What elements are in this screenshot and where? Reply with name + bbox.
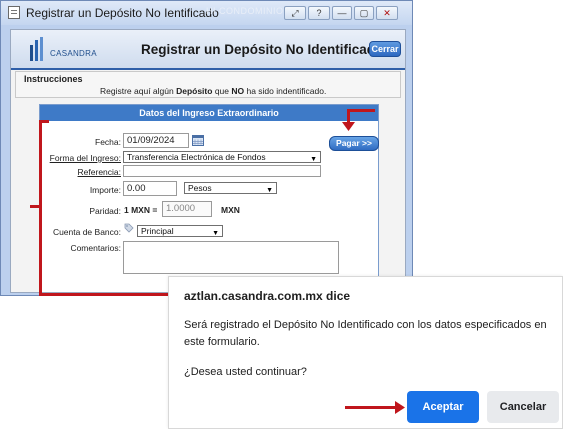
help-icon[interactable]: ? [308,6,330,20]
paridad-prefix: 1 MXN = [124,205,158,215]
app-window: Registrar un Depósito No Ientificado HI … [0,0,413,296]
close-button[interactable]: Cerrar [369,41,401,57]
document-icon [8,6,20,19]
dialog-message: Será registrado el Depósito No Identific… [184,319,547,348]
referencia-label: Referencia: [77,167,121,177]
aceptar-button[interactable]: Aceptar [407,391,479,423]
arrow-right-icon [395,401,405,414]
referencia-input[interactable] [123,165,321,177]
instructions-bold-deposito: Depósito [176,86,213,96]
instructions-title: Instrucciones [24,74,83,84]
close-window-icon[interactable]: ✕ [376,6,398,20]
tag-icon [124,223,134,233]
moneda-value: Pesos [188,183,212,193]
paridad-label: Paridad: [89,206,121,216]
importe-label: Importe: [89,185,121,195]
title-bar[interactable]: Registrar un Depósito No Ientificado HI … [1,1,412,25]
calendar-icon[interactable] [192,134,204,146]
chevron-down-icon: ▼ [212,230,219,237]
pagar-button[interactable]: Pagar >> [329,136,379,151]
dialog-title: aztlan.casandra.com.mx dice [184,289,351,303]
page-header: CASANDRA Registrar un Depósito No Identi… [11,30,405,70]
maximize-icon[interactable]: ▢ [354,6,374,20]
panel-title: Datos del Ingreso Extraordinario [40,105,378,121]
casandra-logo-icon [30,37,43,61]
instructions-box: Instrucciones Registre aquí algún Depósi… [15,71,401,98]
instructions-text: Registre aquí algún Depósito que NO ha s… [100,86,326,96]
page-title: Registrar un Depósito No Identificado [141,42,384,57]
arrow-down-icon [342,122,355,131]
annotation-bracket-top [39,120,49,123]
comentarios-textarea[interactable] [123,241,339,274]
annotation-bracket-bottom [39,293,169,296]
minimize-icon[interactable]: — [332,6,352,20]
cuenta-value: Principal [141,226,174,236]
forma-label: Forma del Ingreso: [49,153,121,163]
paridad-input[interactable]: 1.0000 [162,201,212,217]
paridad-suffix: MXN [221,205,240,215]
instructions-text-part: que [212,86,232,96]
fecha-input[interactable]: 01/09/2024 [123,133,189,148]
forma-value: Transferencia Electrónica de Fondos [127,152,266,162]
annotation-bracket-tick [30,205,40,208]
cuenta-label: Cuenta de Banco: [52,227,121,237]
fecha-label: Fecha: [95,137,121,147]
ghost-title: HI CONDOMINIO [206,6,284,16]
page-content: CASANDRA Registrar un Depósito No Identi… [10,29,406,293]
importe-input[interactable]: 0.00 [123,181,177,196]
cuenta-select[interactable]: Principal ▼ [137,225,223,237]
data-panel: Datos del Ingreso Extraordinario Fecha: … [39,104,379,292]
cancelar-button[interactable]: Cancelar [487,391,559,423]
chevron-down-icon: ▼ [310,156,317,163]
instructions-text-part: ha sido indentificado. [244,86,327,96]
comentarios-label: Comentarios: [70,243,121,253]
logo-text: CASANDRA [50,49,97,58]
instructions-bold-no: NO [231,86,245,96]
window-title: Registrar un Depósito No Ientificado [26,6,219,20]
dialog-question: ¿Desea usted continuar? [184,366,307,378]
forma-select[interactable]: Transferencia Electrónica de Fondos ▼ [123,151,321,163]
moneda-select[interactable]: Pesos ▼ [184,182,277,194]
chevron-down-icon: ▼ [266,187,273,194]
annotation-bracket [39,120,42,296]
resize-icon[interactable]: ⤢ [284,6,306,20]
instructions-text-part: Registre aquí algún [100,86,177,96]
annotation-arrow-shaft-right [345,406,397,409]
annotation-arrow-shaft-top [347,109,375,112]
